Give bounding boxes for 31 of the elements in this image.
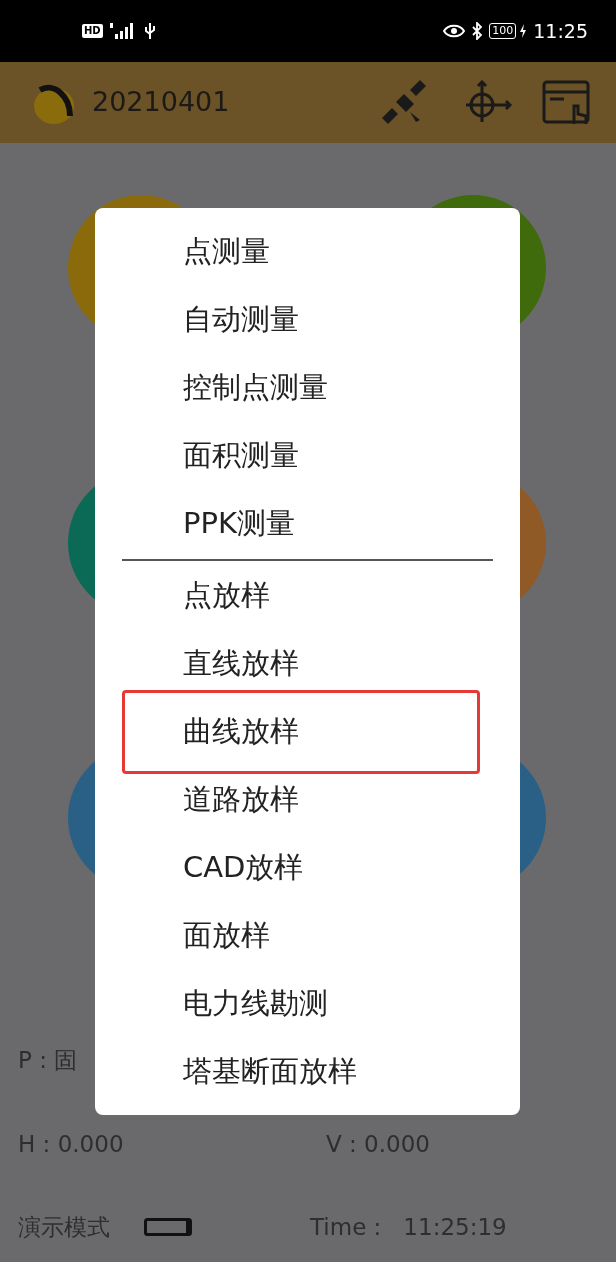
menu-item[interactable]: 点放样 <box>95 562 520 630</box>
eye-icon <box>443 23 466 39</box>
window-touch-icon[interactable] <box>542 79 592 126</box>
menu-item[interactable]: 面放样 <box>95 902 520 970</box>
menu-item[interactable]: 面积测量 <box>95 422 520 490</box>
time-value: 11:25:19 <box>403 1212 507 1242</box>
bluetooth-icon <box>471 22 484 40</box>
menu-item[interactable]: 电力线勘测 <box>95 970 520 1038</box>
battery-indicator: 100 <box>489 23 517 39</box>
menu-item[interactable]: 自动测量 <box>95 286 520 354</box>
menu-item[interactable]: 塔基断面放样 <box>95 1038 520 1106</box>
menu-item[interactable]: 道路放样 <box>95 766 520 834</box>
usb-icon <box>142 22 157 40</box>
position-status: P : 固 <box>18 1045 78 1075</box>
time-label: Time : <box>310 1212 382 1242</box>
satellite-icon[interactable] <box>380 79 428 126</box>
menu-item[interactable]: PPK测量 <box>95 490 520 558</box>
horizontal-precision: H : 0.000 <box>18 1129 125 1159</box>
menu-item[interactable]: 直线放样 <box>95 630 520 698</box>
menu-item[interactable]: CAD放样 <box>95 834 520 902</box>
mode-label: 演示模式 <box>18 1212 110 1242</box>
menu-item[interactable]: 曲线放样 <box>95 698 520 766</box>
project-title: 20210401 <box>92 85 230 120</box>
menu-item[interactable]: 控制点测量 <box>95 354 520 422</box>
toggle-icon[interactable] <box>144 1218 192 1236</box>
menu-item[interactable]: 点测量 <box>95 218 520 286</box>
charging-icon <box>519 24 528 38</box>
vertical-precision: V : 0.000 <box>326 1129 430 1159</box>
signal-icon <box>108 22 135 40</box>
network-badge: HD <box>82 24 103 38</box>
clock: 11:25 <box>533 18 588 44</box>
